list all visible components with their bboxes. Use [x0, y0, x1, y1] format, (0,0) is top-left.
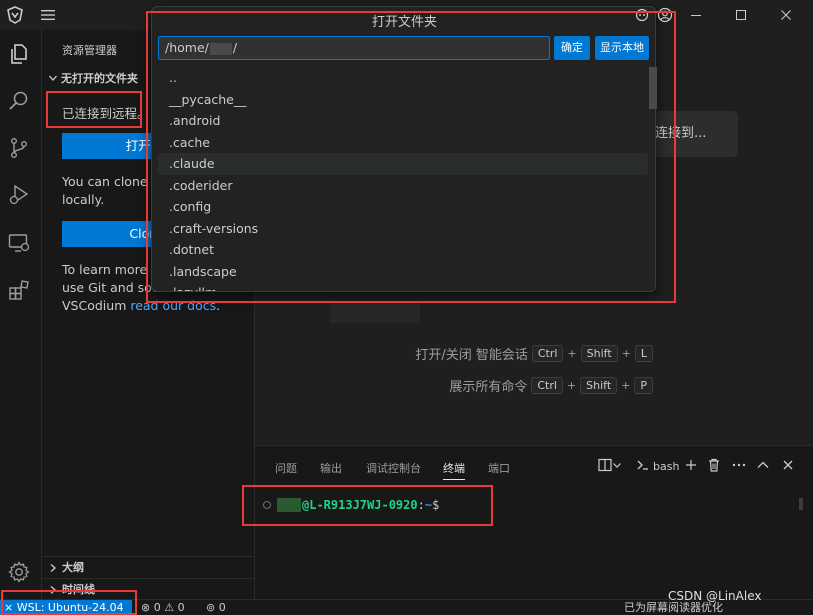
key-badge: Ctrl — [531, 344, 564, 362]
outline-section-header[interactable]: 大纲 — [42, 556, 255, 578]
ports-count: 0 — [218, 601, 226, 614]
chevron-down-icon[interactable] — [48, 73, 58, 83]
broadcast-icon: ⊚ — [206, 601, 216, 614]
activity-bar — [0, 30, 42, 599]
tab-terminal[interactable]: 终端 — [443, 460, 465, 480]
run-debug-icon[interactable] — [7, 183, 31, 207]
source-control-icon[interactable] — [7, 136, 31, 160]
warning-icon: ⚠ — [164, 601, 175, 614]
shortcut-row-chat: 打开/关闭 智能会话 Ctrl + Shift + L — [415, 343, 653, 363]
chevron-down-icon[interactable] — [612, 457, 622, 473]
problems-indicator[interactable]: ⊗ 0 ⚠ 0 — [141, 600, 185, 615]
maximize-panel-icon[interactable] — [755, 457, 771, 473]
remote-explorer-icon[interactable] — [7, 231, 31, 255]
annotation-wsl-box — [1, 590, 137, 615]
tab-debug-console[interactable]: 调试控制台 — [366, 460, 421, 476]
key-badge: P — [634, 376, 653, 394]
close-icon[interactable] — [778, 7, 794, 23]
tab-output[interactable]: 输出 — [320, 460, 342, 476]
warning-count: 0 — [177, 601, 185, 614]
no-folder-section-header[interactable]: 无打开的文件夹 — [61, 70, 138, 86]
close-panel-icon[interactable] — [780, 457, 796, 473]
error-count: 0 — [153, 601, 161, 614]
shortcut-label: 展示所有命令 — [449, 379, 528, 395]
trash-icon[interactable] — [706, 457, 722, 473]
search-icon[interactable] — [7, 89, 31, 113]
explorer-icon[interactable] — [7, 42, 31, 66]
menu-icon[interactable] — [40, 7, 56, 23]
extensions-icon[interactable] — [7, 278, 31, 302]
sidebar-title: 资源管理器 — [62, 44, 117, 57]
terminal-scrollbar[interactable] — [799, 498, 803, 510]
annotation-dialog-box — [146, 11, 676, 303]
annotation-terminal-box — [242, 485, 493, 526]
tab-ports[interactable]: 端口 — [488, 460, 510, 476]
split-terminal-icon[interactable] — [597, 457, 613, 473]
tab-problems[interactable]: 问题 — [275, 460, 297, 476]
shortcut-row-commands: 展示所有命令 Ctrl + Shift + P — [449, 375, 653, 395]
chevron-right-icon — [50, 564, 56, 572]
minimize-icon[interactable] — [688, 7, 704, 23]
more-actions-icon[interactable] — [731, 457, 747, 473]
key-badge: Ctrl — [531, 376, 563, 394]
error-icon: ⊗ — [141, 601, 151, 614]
blurred-region — [330, 303, 420, 323]
vscodium-logo-icon — [7, 6, 23, 24]
outline-label: 大纲 — [62, 561, 84, 574]
terminal-name[interactable]: bash — [653, 460, 679, 473]
add-terminal-icon[interactable] — [683, 457, 699, 473]
annotation-remote-box — [46, 91, 142, 128]
maximize-icon[interactable] — [733, 7, 749, 23]
gear-icon[interactable] — [7, 560, 31, 584]
watermark: CSDN @LinAlex — [668, 589, 762, 603]
learn-more-prefix: VSCodium — [62, 298, 131, 313]
key-badge: Shift — [580, 376, 618, 394]
shortcut-label: 打开/关闭 智能会话 — [415, 347, 528, 363]
terminal-icon — [637, 460, 648, 470]
ports-indicator[interactable]: ⊚ 0 — [206, 600, 226, 615]
key-badge: L — [634, 344, 653, 362]
key-badge: Shift — [580, 344, 618, 362]
